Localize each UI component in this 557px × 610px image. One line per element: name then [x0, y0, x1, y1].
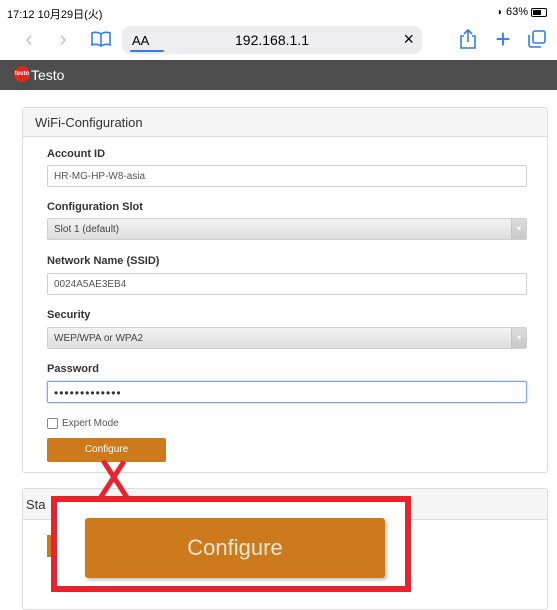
chevron-down-icon: ▾ [511, 219, 526, 239]
panel-header: WiFi-Configuration [23, 108, 547, 137]
account-id-label: Account ID [47, 148, 106, 160]
url-text[interactable]: 192.168.1.1 [122, 32, 422, 48]
wifi-configuration-panel: WiFi-Configuration Account ID HR-MG-HP-W… [22, 107, 548, 473]
password-field[interactable]: ••••••••••••• [47, 381, 527, 403]
safari-toolbar: ‹ › AA 192.168.1.1 × + [0, 22, 557, 58]
forward-icon[interactable]: › [50, 26, 76, 52]
battery-icon [531, 7, 547, 17]
status-panel-title: Sta [26, 497, 46, 512]
status-time: 17:12 10月29日(火) [7, 9, 103, 21]
new-tab-icon[interactable]: + [490, 24, 516, 54]
network-name-label: Network Name (SSID) [47, 255, 160, 267]
address-bar[interactable]: AA 192.168.1.1 × [122, 26, 422, 54]
account-id-field[interactable]: HR-MG-HP-W8-asia [47, 165, 527, 187]
chevron-down-icon: ▾ [511, 328, 526, 348]
battery-percent: 63% [505, 6, 528, 18]
security-select[interactable]: WEP/WPA or WPA2 ▾ [47, 327, 527, 349]
status-indicators: ◗ 63% [497, 6, 547, 18]
expert-mode-checkbox[interactable] [47, 418, 58, 429]
password-label: Password [47, 363, 99, 375]
configuration-slot-select[interactable]: Slot 1 (default) ▾ [47, 218, 527, 240]
wifi-icon: ◗ [496, 6, 503, 18]
security-value: WEP/WPA or WPA2 [54, 333, 144, 344]
tabs-icon[interactable] [524, 26, 550, 52]
configure-button[interactable]: Configure [47, 438, 166, 462]
panel-title: WiFi-Configuration [35, 115, 143, 130]
bookmarks-icon[interactable] [88, 26, 114, 52]
load-progress [130, 50, 164, 52]
configuration-slot-value: Slot 1 (default) [54, 224, 120, 235]
back-icon[interactable]: ‹ [16, 26, 42, 52]
expert-mode-row[interactable]: Expert Mode [47, 418, 119, 429]
expert-mode-label: Expert Mode [62, 418, 119, 429]
configure-button-zoomed: Configure [85, 518, 385, 578]
app-title: Testo [31, 67, 65, 83]
status-bar: 17:12 10月29日(火) ◗ 63% [0, 0, 557, 22]
network-name-field[interactable]: 0024A5AE3EB4 [47, 273, 527, 295]
share-icon[interactable] [455, 26, 481, 52]
clear-icon[interactable]: × [403, 29, 414, 50]
testo-logo: testo [14, 66, 30, 82]
configuration-slot-label: Configuration Slot [47, 201, 143, 213]
callout-highlight-box: Configure [51, 496, 411, 592]
app-header: testo Testo [0, 60, 557, 90]
security-label: Security [47, 309, 91, 321]
